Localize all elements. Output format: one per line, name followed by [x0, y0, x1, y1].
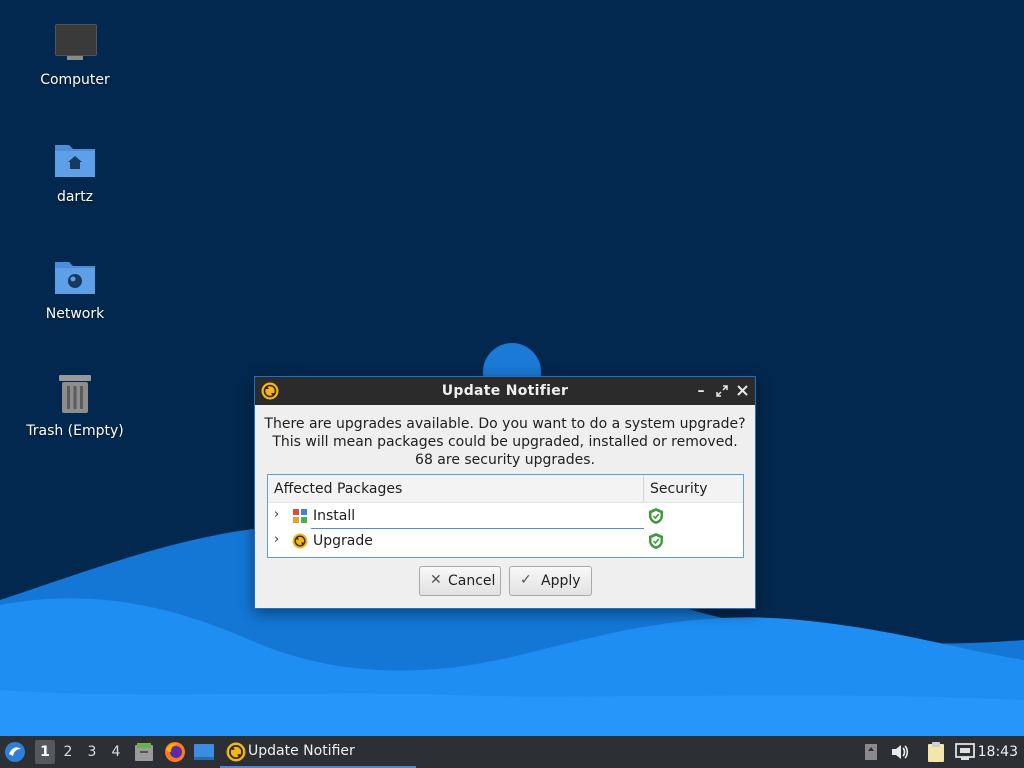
desktop-icon-home[interactable]: dartz: [15, 139, 135, 205]
dialog-message: There are upgrades available. Do you wan…: [255, 415, 755, 469]
update-notifier-icon: [226, 742, 246, 762]
task-label: Update Notifier: [248, 743, 355, 759]
tray-indicator-icon[interactable]: [864, 742, 878, 762]
expand-arrow-icon[interactable]: ›: [274, 532, 279, 547]
firefox-icon[interactable]: [164, 741, 186, 763]
update-notifier-dialog: Update Notifier – There are upgrades ava…: [254, 376, 756, 609]
minimize-icon: –: [697, 383, 705, 399]
maximize-button[interactable]: [713, 381, 731, 401]
maximize-icon: [716, 385, 728, 397]
shield-check-icon: [649, 508, 663, 524]
desktop-icon-computer[interactable]: Computer: [15, 22, 135, 88]
expand-arrow-icon[interactable]: ›: [274, 507, 279, 522]
message-line: This will mean packages could be upgrade…: [272, 434, 738, 450]
workspace-2[interactable]: 2: [58, 740, 78, 764]
close-icon: [736, 385, 748, 396]
workspace-1[interactable]: 1: [35, 740, 55, 764]
desktop-icon-label: Trash (Empty): [26, 423, 124, 439]
checkmark-icon: ✓: [520, 572, 532, 588]
desktop-icon-label: Network: [45, 306, 105, 322]
desktop-icon-label: Computer: [40, 72, 110, 88]
affected-packages-tree[interactable]: Affected Packages Security › Install › U…: [267, 474, 744, 558]
column-header-packages[interactable]: Affected Packages: [274, 481, 402, 497]
network-wired-icon[interactable]: [954, 742, 976, 762]
volume-icon[interactable]: [890, 742, 910, 762]
close-button[interactable]: [733, 381, 751, 401]
taskbar-task-update-notifier[interactable]: Update Notifier: [220, 736, 416, 768]
tree-row-upgrade[interactable]: › Upgrade: [268, 529, 743, 554]
desktop-icon-network[interactable]: Network: [15, 256, 135, 322]
shield-check-icon: [649, 533, 663, 549]
clipboard-icon[interactable]: [926, 741, 946, 763]
cancel-x-icon: ✕: [430, 572, 442, 588]
desktop-show-icon[interactable]: [193, 742, 215, 762]
install-packages-icon: [293, 509, 307, 523]
minimize-button[interactable]: –: [692, 381, 710, 401]
tree-header: Affected Packages Security: [268, 475, 743, 503]
trash-icon: [53, 373, 97, 417]
desktop-icon-label: dartz: [56, 189, 94, 205]
dialog-title: Update Notifier: [441, 383, 569, 399]
home-folder-icon: [53, 139, 97, 183]
apply-button-label: Apply: [541, 573, 581, 589]
tree-row-label: Install: [313, 508, 356, 524]
clock[interactable]: 18:43: [978, 744, 1018, 760]
apply-button[interactable]: ✓ Apply: [509, 566, 592, 596]
desktop-icon-trash[interactable]: Trash (Empty): [15, 373, 135, 439]
app-menu-icon[interactable]: [4, 741, 26, 763]
column-header-security[interactable]: Security: [650, 481, 708, 497]
wallpaper: [0, 0, 1024, 736]
dialog-titlebar[interactable]: Update Notifier –: [255, 377, 755, 405]
taskbar: 1 2 3 4 Update Notifier 18:43: [0, 736, 1024, 768]
file-manager-icon[interactable]: [134, 741, 154, 763]
computer-icon: [53, 22, 97, 66]
cancel-button-label: Cancel: [448, 573, 496, 589]
workspace-3[interactable]: 3: [82, 740, 102, 764]
workspace-4[interactable]: 4: [106, 740, 126, 764]
tree-row-label: Upgrade: [313, 533, 373, 549]
network-folder-icon: [53, 256, 97, 300]
tree-row-install[interactable]: › Install: [268, 504, 743, 529]
column-separator: [643, 475, 644, 502]
cancel-button[interactable]: ✕ Cancel: [419, 566, 501, 596]
message-line: There are upgrades available. Do you wan…: [264, 416, 746, 432]
message-line: 68 are security upgrades.: [415, 452, 595, 468]
desktop: Computer dartz Network Trash (Empty): [0, 0, 1024, 736]
upgrade-icon: [292, 533, 308, 549]
